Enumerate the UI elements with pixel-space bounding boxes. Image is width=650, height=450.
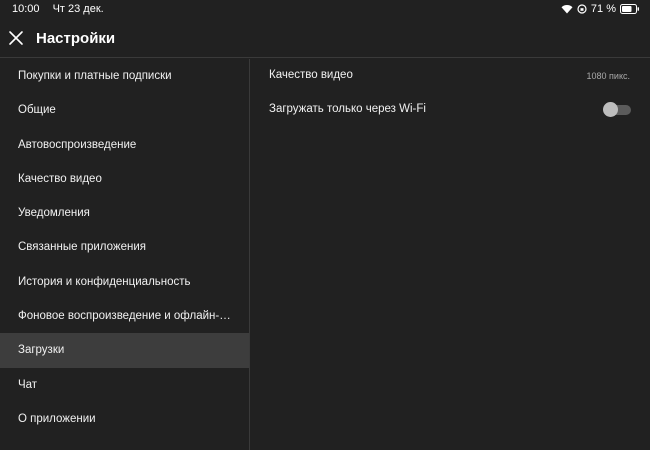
sidebar-item-chat[interactable]: Чат [0, 368, 249, 402]
video-quality-value: 1080 пикс. [586, 71, 630, 81]
sidebar-item-history-privacy[interactable]: История и конфиденциальность [0, 265, 249, 299]
wifi-only-row[interactable]: Загружать только через Wi-Fi [251, 93, 650, 127]
sidebar-item-general[interactable]: Общие [0, 93, 249, 127]
sidebar-item-connected-apps[interactable]: Связанные приложения [0, 230, 249, 264]
sidebar-item-background-offline[interactable]: Фоновое воспроизведение и офлайн-р... [0, 299, 249, 333]
page-title: Настройки [36, 30, 116, 47]
status-right: 71 % [561, 3, 640, 15]
status-date: Чт 23 дек. [52, 3, 104, 15]
header: Настройки [0, 20, 650, 58]
sidebar-item-video-quality[interactable]: Качество видео [0, 162, 249, 196]
status-time: 10:00 [12, 3, 40, 15]
close-icon[interactable] [7, 29, 25, 47]
sidebar-item-autoplay[interactable]: Автовоспроизведение [0, 128, 249, 162]
sidebar-item-about[interactable]: О приложении [0, 402, 249, 436]
battery-percent: 71 % [590, 3, 616, 15]
settings-content: Качество видео 1080 пикс. Загружать толь… [251, 59, 650, 127]
video-quality-row[interactable]: Качество видео 1080 пикс. [251, 59, 650, 93]
wifi-only-label: Загружать только через Wi-Fi [269, 103, 426, 115]
sidebar: Покупки и платные подписки Общие Автовос… [0, 59, 250, 450]
sidebar-item-purchases[interactable]: Покупки и платные подписки [0, 59, 249, 93]
battery-icon [620, 4, 639, 14]
video-quality-label: Качество видео [269, 69, 353, 81]
toggle-knob [603, 102, 618, 117]
wifi-only-toggle[interactable] [603, 102, 631, 117]
status-left: 10:00 Чт 23 дек. [12, 3, 114, 15]
sidebar-item-notifications[interactable]: Уведомления [0, 196, 249, 230]
wifi-icon [561, 5, 573, 14]
orientation-lock-icon [577, 4, 587, 14]
status-bar: 10:00 Чт 23 дек. 71 % [0, 0, 650, 20]
sidebar-item-downloads[interactable]: Загрузки [0, 333, 249, 368]
